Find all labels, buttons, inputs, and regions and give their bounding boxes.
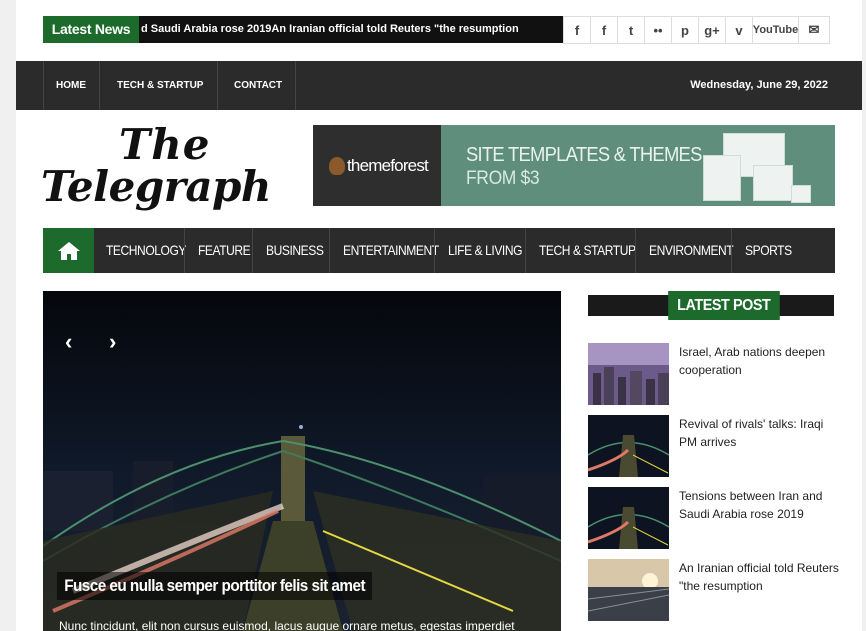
pinterest-icon[interactable]: p — [672, 17, 699, 43]
nav-divider — [43, 61, 44, 110]
slide-title[interactable]: Fusce eu nulla semper porttitor felis si… — [57, 572, 373, 600]
ticker-label: Latest News — [43, 16, 139, 43]
ad-banner[interactable]: themeforest SITE TEMPLATES & THEMES FROM… — [313, 125, 835, 206]
post-title[interactable]: Tensions between Iran and Saudi Arabia r… — [679, 487, 839, 523]
laptop-graphic — [753, 165, 793, 201]
topnav-contact[interactable]: CONTACT — [234, 61, 282, 110]
facebook-icon[interactable]: f — [591, 17, 618, 43]
nav-life-living[interactable]: LIFE & LIVING — [448, 228, 522, 273]
youtube-icon[interactable]: YouTube — [753, 17, 799, 43]
latest-post-item[interactable]: An Iranian official told Reuters "the re… — [588, 559, 839, 623]
latest-post-item[interactable]: Revival of rivals' talks: Iraqi PM arriv… — [588, 415, 834, 479]
nav-feature[interactable]: FEATURE — [198, 228, 251, 273]
tablet-graphic — [703, 155, 741, 201]
nav-divider — [217, 61, 218, 110]
nav-environment[interactable]: ENVIRONMENT — [649, 228, 734, 273]
twitter-icon[interactable]: t — [618, 17, 645, 43]
nav-sports[interactable]: SPORTS — [745, 228, 792, 273]
banner-subline: FROM $3 — [466, 168, 540, 189]
nav-divider — [525, 228, 526, 273]
main-nav: TECHNOLOGY FEATURE BUSINESS ENTERTAINMEN… — [43, 228, 835, 273]
slide-excerpt: Nunc tincidunt, elit non cursus euismod,… — [59, 619, 515, 631]
topnav-tech-startup[interactable]: TECH & STARTUP — [117, 61, 203, 110]
post-title[interactable]: Israel, Arab nations deepen cooperation — [679, 343, 839, 379]
flickr-icon[interactable]: •• — [645, 17, 672, 43]
email-icon[interactable]: ✉ — [799, 17, 829, 43]
post-thumbnail[interactable] — [588, 343, 669, 405]
logo-line-2: Telegraph — [41, 162, 271, 211]
nav-divider — [731, 228, 732, 273]
top-nav: HOME TECH & STARTUP CONTACT Wednesday, J… — [16, 61, 862, 110]
post-thumbnail[interactable] — [588, 559, 669, 621]
chevron-right-icon[interactable]: › — [109, 329, 116, 355]
nav-divider — [434, 228, 435, 273]
nav-divider — [635, 228, 636, 273]
latest-post-item[interactable]: Tensions between Iran and Saudi Arabia r… — [588, 487, 834, 551]
banner-headline: SITE TEMPLATES & THEMES — [466, 144, 702, 166]
latest-post-heading: LATEST POST — [668, 291, 780, 320]
nav-divider — [329, 228, 330, 273]
vimeo-icon[interactable]: v — [726, 17, 753, 43]
themeforest-leaf-icon — [329, 157, 345, 175]
nav-entertainment[interactable]: ENTERTAINMENT — [343, 228, 439, 273]
current-date: Wednesday, June 29, 2022 — [690, 79, 828, 91]
post-title[interactable]: An Iranian official told Reuters "the re… — [679, 559, 839, 595]
home-button[interactable] — [43, 228, 94, 273]
nav-divider — [295, 61, 296, 110]
post-thumbnail[interactable] — [588, 415, 669, 477]
google-plus-icon[interactable]: g+ — [699, 17, 726, 43]
news-ticker: Latest News d Saudi Arabia rose 2019An I… — [43, 16, 579, 43]
latest-post-item[interactable]: Israel, Arab nations deepen cooperation — [588, 343, 834, 407]
chevron-left-icon[interactable]: ‹ — [65, 329, 72, 355]
nav-tech-startup[interactable]: TECH & STARTUP — [539, 228, 636, 273]
page: Latest News d Saudi Arabia rose 2019An I… — [16, 0, 862, 631]
ticker-headline[interactable]: d Saudi Arabia rose 2019An Iranian offic… — [141, 16, 519, 43]
facebook-icon[interactable]: f — [564, 17, 591, 43]
home-icon — [57, 241, 80, 260]
post-title[interactable]: Revival of rivals' talks: Iraqi PM arriv… — [679, 415, 839, 451]
nav-divider — [99, 61, 100, 110]
post-thumbnail[interactable] — [588, 487, 669, 549]
nav-business[interactable]: BUSINESS — [266, 228, 324, 273]
nav-technology[interactable]: TECHNOLOGY — [106, 228, 186, 273]
latest-post-header: LATEST POST — [588, 291, 834, 320]
social-links: f f t •• p g+ v YouTube ✉ — [563, 16, 830, 44]
nav-divider — [184, 228, 185, 273]
featured-slider[interactable]: ‹ › Fusce eu nulla semper porttitor feli… — [43, 291, 561, 631]
topnav-home[interactable]: HOME — [56, 61, 86, 110]
nav-divider — [252, 228, 253, 273]
phone-graphic — [791, 185, 811, 203]
site-logo[interactable]: The Telegraph — [41, 120, 313, 216]
